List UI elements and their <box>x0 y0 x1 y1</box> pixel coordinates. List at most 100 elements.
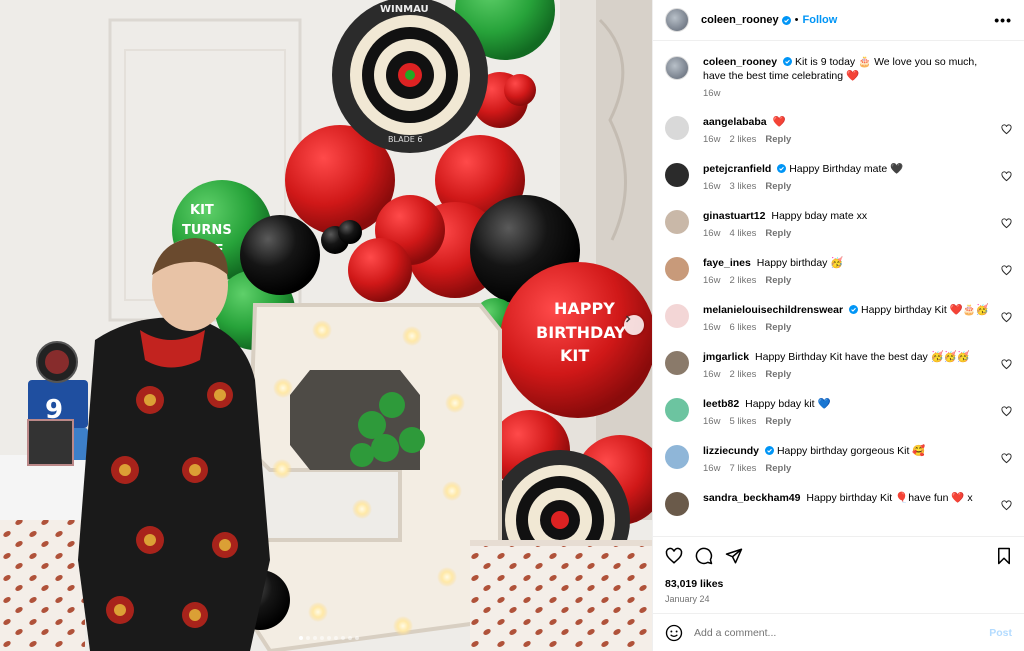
comment-like-heart-icon[interactable] <box>1001 453 1012 464</box>
comment-likes[interactable]: 2 likes <box>729 134 756 145</box>
verified-badge-icon <box>783 57 793 66</box>
comment-time[interactable]: 16w <box>703 134 720 145</box>
commenter-username[interactable]: jmgarlick <box>703 351 749 363</box>
commenter-avatar[interactable] <box>665 445 689 469</box>
comment-likes[interactable]: 6 likes <box>729 322 756 333</box>
post-comment-button[interactable]: Post <box>989 627 1012 639</box>
add-comment-input[interactable] <box>694 626 990 639</box>
comment-like-heart-icon[interactable] <box>1001 265 1012 276</box>
commenter-username[interactable]: faye_ines <box>703 257 751 269</box>
comment-time[interactable]: 16w <box>703 322 720 333</box>
comment-item: lizziecundy Happy birthday gorgeous Kit … <box>665 444 1012 474</box>
comment-text: Happy Birthday mate 🖤 <box>789 163 904 175</box>
caption-username[interactable]: coleen_rooney <box>703 56 777 68</box>
like-heart-icon[interactable] <box>665 547 683 565</box>
balloon-kit: KIT <box>560 346 589 365</box>
reply-button[interactable]: Reply <box>765 463 791 474</box>
comment-time[interactable]: 16w <box>703 228 720 239</box>
reply-button[interactable]: Reply <box>765 181 791 192</box>
comment-time[interactable]: 16w <box>703 416 720 427</box>
caption-avatar[interactable] <box>665 56 689 80</box>
commenter-avatar[interactable] <box>665 210 689 234</box>
comment-text: Happy birthday 🥳 <box>756 257 844 269</box>
commenter-username[interactable]: ginastuart12 <box>703 210 765 222</box>
reply-button[interactable]: Reply <box>765 275 791 286</box>
caption: coleen_rooney Kit is 9 today 🎂 We love y… <box>665 55 1012 99</box>
comment-time[interactable]: 16w <box>703 275 720 286</box>
comment-text: ❤️ <box>772 116 786 128</box>
balloon-happy: HAPPY <box>554 299 615 318</box>
author-avatar[interactable] <box>665 8 689 32</box>
comment-time[interactable]: 16w <box>703 463 720 474</box>
more-options-icon[interactable]: ••• <box>994 12 1012 28</box>
carousel-dot <box>334 636 338 640</box>
comment-like-heart-icon[interactable] <box>1001 124 1012 135</box>
commenter-avatar[interactable] <box>665 257 689 281</box>
comment-item: jmgarlick Happy Birthday Kit have the be… <box>665 350 1012 380</box>
comment-text: Happy birthday Kit ❤️🎂🥳 <box>860 304 989 316</box>
comment-time[interactable]: 16w <box>703 369 720 380</box>
share-send-icon[interactable] <box>725 547 743 565</box>
verified-badge-icon <box>777 164 787 173</box>
comment-item: ginastuart12 Happy bday mate xx 16w 4 like… <box>665 209 1012 239</box>
commenter-username[interactable]: aangelababa <box>703 116 767 128</box>
balloon-text-1: KIT <box>190 203 214 218</box>
reply-button[interactable]: Reply <box>765 369 791 380</box>
verified-badge-icon <box>781 15 791 25</box>
commenter-avatar[interactable] <box>665 351 689 375</box>
comment-text: Happy bday kit 💙 <box>745 398 831 410</box>
author-username[interactable]: coleen_rooney <box>701 14 779 26</box>
commenter-avatar[interactable] <box>665 116 689 140</box>
post-modal: 9 KIT TURNS NINE <box>0 0 1024 651</box>
commenter-username[interactable]: sandra_beckham49 <box>703 492 800 504</box>
commenter-avatar[interactable] <box>665 398 689 422</box>
commenter-username[interactable]: leetb82 <box>703 398 739 410</box>
comment-like-heart-icon[interactable] <box>1001 406 1012 417</box>
follow-button[interactable]: Follow <box>803 14 838 26</box>
commenter-username[interactable]: lizziecundy <box>703 445 759 457</box>
comment-item: leetb82 Happy bday kit 💙 16w 5 likes Reply <box>665 397 1012 427</box>
balloon-text-2: TURNS <box>182 223 232 238</box>
commenter-avatar[interactable] <box>665 163 689 187</box>
comment-likes[interactable]: 2 likes <box>729 369 756 380</box>
reply-button[interactable]: Reply <box>765 134 791 145</box>
post-side-panel: coleen_rooney • Follow ••• coleen_rooney… <box>652 0 1024 651</box>
comments-list[interactable]: coleen_rooney Kit is 9 today 🎂 We love y… <box>653 41 1024 536</box>
comment-item: sandra_beckham49 Happy birthday Kit 🎈hav… <box>665 491 1012 516</box>
post-date: January 24 <box>665 594 710 604</box>
comment-likes[interactable]: 7 likes <box>729 463 756 474</box>
carousel-dot <box>341 636 345 640</box>
post-photo[interactable]: 9 KIT TURNS NINE <box>0 0 652 651</box>
emoji-icon[interactable] <box>665 624 683 642</box>
comment-item: melanielouisechildrenswear Happy birthda… <box>665 303 1012 333</box>
comment-like-heart-icon[interactable] <box>1001 500 1012 511</box>
comment-likes[interactable]: 4 likes <box>729 228 756 239</box>
birthday-photo-illustration: 9 KIT TURNS NINE <box>0 0 652 651</box>
comment-bubble-icon[interactable] <box>695 547 713 565</box>
dartboard-brand: WINMAU <box>380 4 429 15</box>
comment-likes[interactable]: 3 likes <box>729 181 756 192</box>
comment-like-heart-icon[interactable] <box>1001 359 1012 370</box>
comment-text: Happy Birthday Kit have the best day 🥳🥳🥳 <box>755 351 970 363</box>
comment-like-heart-icon[interactable] <box>1001 171 1012 182</box>
carousel-next-button[interactable] <box>624 315 644 335</box>
comment-item: petejcranfield Happy Birthday mate 🖤 16w 3… <box>665 162 1012 192</box>
comment-likes[interactable]: 2 likes <box>729 275 756 286</box>
comment-likes[interactable]: 5 likes <box>729 416 756 427</box>
comment-like-heart-icon[interactable] <box>1001 218 1012 229</box>
reply-button[interactable]: Reply <box>765 228 791 239</box>
commenter-avatar[interactable] <box>665 304 689 328</box>
comment-text: Happy birthday Kit 🎈have fun ❤️ x <box>806 492 973 504</box>
carousel-dot <box>355 636 359 640</box>
commenter-avatar[interactable] <box>665 492 689 516</box>
reply-button[interactable]: Reply <box>765 416 791 427</box>
caption-time[interactable]: 16w <box>703 88 720 99</box>
commenter-username[interactable]: melanielouisechildrenswear <box>703 304 843 316</box>
likes-count[interactable]: 83,019 likes <box>665 578 1012 590</box>
comment-time[interactable]: 16w <box>703 181 720 192</box>
commenter-username[interactable]: petejcranfield <box>703 163 771 175</box>
reply-button[interactable]: Reply <box>765 322 791 333</box>
save-bookmark-icon[interactable] <box>996 547 1012 565</box>
carousel-dot <box>320 636 324 640</box>
comment-like-heart-icon[interactable] <box>1001 312 1012 323</box>
